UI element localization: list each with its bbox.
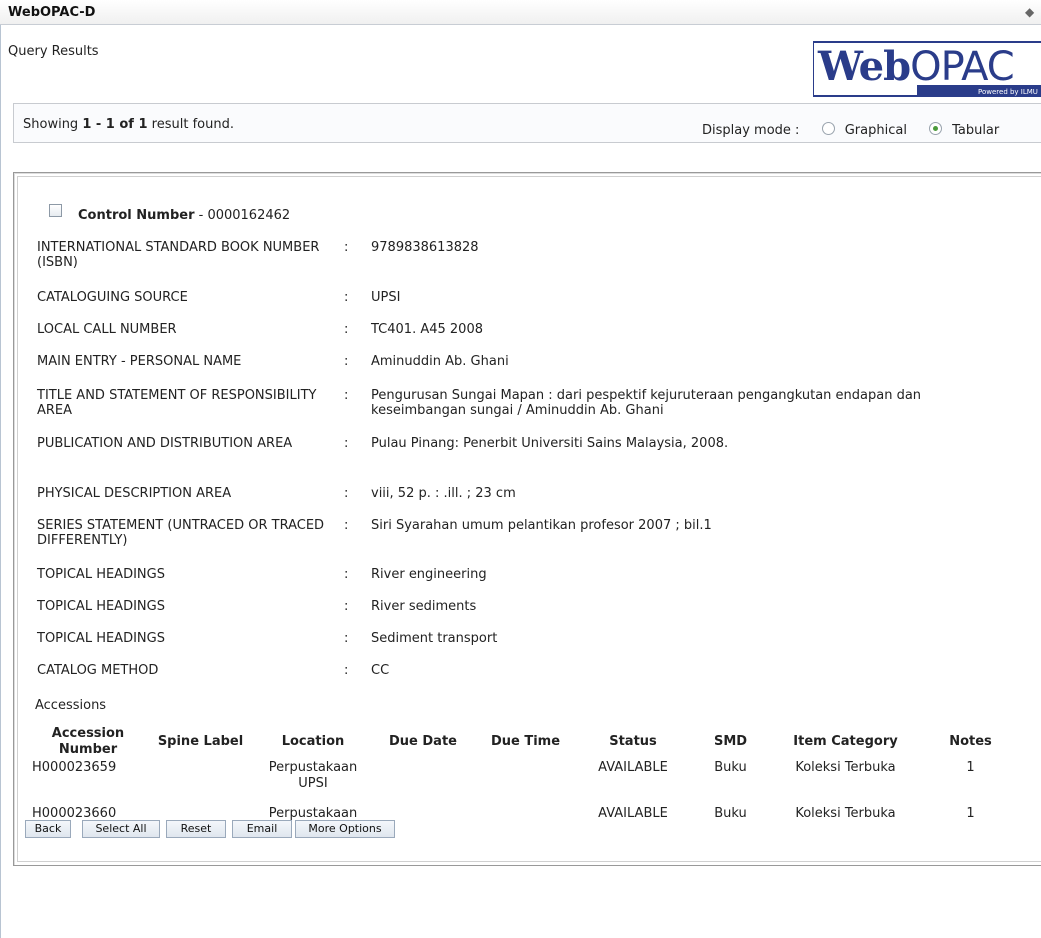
display-mode-label: Display mode : (702, 123, 800, 138)
field-value: viii, 52 p. : .ill. ; 23 cm (371, 486, 516, 501)
diamond-icon[interactable]: ◆ (1025, 5, 1039, 19)
due-time (473, 760, 578, 806)
graphical-radio[interactable] (821, 122, 835, 135)
status: AVAILABLE (598, 760, 668, 775)
field-value: River engineering (371, 567, 487, 582)
item-category: Koleksi Terbuka (795, 806, 896, 821)
field-separator: : (344, 599, 349, 614)
column-header: Notes (949, 734, 992, 749)
accessions-heading: Accessions (35, 698, 107, 713)
tabular-label[interactable]: Tabular (952, 123, 999, 138)
due-time (473, 806, 578, 852)
smd: Buku (714, 760, 747, 775)
table-row: H000023659 Perpustakaan UPSI AVAILABLE B… (28, 760, 1023, 806)
column-header: Spine Label (157, 734, 244, 749)
field-value: TC401. A45 2008 (371, 322, 483, 337)
field-value: 9789838613828 (371, 240, 479, 255)
field-separator: : (344, 322, 349, 337)
title-bar: WebOPAC-D ◆ (0, 0, 1041, 25)
field-label: LOCAL CALL NUMBER (37, 322, 177, 337)
field-value: Pulau Pinang: Penerbit Universiti Sains … (371, 436, 729, 451)
display-mode: Display mode : Graphical Tabular (702, 122, 1017, 138)
field-separator: : (344, 354, 349, 369)
window-title: WebOPAC-D (8, 5, 96, 20)
field-value: River sediments (371, 599, 477, 614)
due-date (373, 760, 473, 806)
field-separator: : (344, 290, 349, 305)
field-label: TOPICAL HEADINGS (37, 567, 165, 582)
notes: 1 (966, 760, 975, 775)
field-label: PHYSICAL DESCRIPTION AREA (37, 486, 232, 501)
location: Perpustakaan UPSI (268, 760, 358, 791)
column-header: Due Date (389, 734, 457, 749)
field-separator: : (344, 388, 349, 403)
record-checkbox[interactable] (49, 204, 62, 217)
reset-button[interactable]: Reset (166, 820, 226, 838)
field-label: CATALOG METHOD (37, 663, 159, 678)
page-title: Query Results (8, 44, 99, 59)
field-separator: : (344, 631, 349, 646)
control-number: Control Number - 0000162462 (78, 208, 291, 223)
field-separator: : (344, 436, 349, 451)
back-button[interactable]: Back (25, 820, 71, 838)
field-label: INTERNATIONAL STANDARD BOOK NUMBER (ISBN… (37, 240, 320, 270)
field-label: TOPICAL HEADINGS (37, 631, 165, 646)
graphical-label[interactable]: Graphical (845, 123, 907, 138)
email-button[interactable]: Email (232, 820, 292, 838)
field-separator: : (344, 486, 349, 501)
select-all-button[interactable]: Select All (82, 820, 160, 838)
field-value: Sediment transport (371, 631, 498, 646)
field-value: CC (371, 663, 390, 678)
field-label: SERIES STATEMENT (UNTRACED OR TRACED DIF… (37, 518, 325, 548)
smd: Buku (714, 806, 747, 821)
field-label: PUBLICATION AND DISTRIBUTION AREA (37, 436, 293, 451)
field-label: MAIN ENTRY - PERSONAL NAME (37, 354, 242, 369)
tabular-radio[interactable] (929, 122, 943, 135)
field-value: Siri Syarahan umum pelantikan profesor 2… (371, 518, 712, 533)
result-count: Showing 1 - 1 of 1 result found. (23, 117, 234, 132)
column-header: Item Category (793, 734, 898, 749)
field-separator: : (344, 567, 349, 582)
notes: 1 (966, 806, 975, 821)
column-header: Accession Number (51, 726, 125, 757)
field-value: Pengurusan Sungai Mapan : dari pespektif… (371, 388, 922, 418)
webopac-logo: WebOPAC Powered by ILMU (813, 41, 1041, 97)
column-header: SMD (713, 734, 748, 749)
spine-label (148, 760, 253, 806)
result-summary-bar: Showing 1 - 1 of 1 result found. Display… (13, 103, 1041, 143)
column-header: Status (609, 734, 657, 749)
field-value: UPSI (371, 290, 401, 305)
svg-text:WebOPAC: WebOPAC (817, 43, 1014, 90)
item-category: Koleksi Terbuka (795, 760, 896, 775)
field-label: CATALOGUING SOURCE (37, 290, 188, 305)
status: AVAILABLE (598, 806, 668, 821)
field-separator: : (344, 240, 349, 255)
field-separator: : (344, 518, 349, 533)
column-header: Location (281, 734, 345, 749)
svg-text:Powered by ILMU: Powered by ILMU (978, 88, 1038, 96)
accession-number: H000023659 (32, 760, 117, 775)
field-value: Aminuddin Ab. Ghani (371, 354, 509, 369)
column-header: Due Time (490, 734, 561, 749)
field-separator: : (344, 663, 349, 678)
table-header-row: Accession Number Spine Label Location Du… (28, 724, 1023, 760)
field-label: TITLE AND STATEMENT OF RESPONSIBILITY AR… (37, 388, 317, 418)
field-label: TOPICAL HEADINGS (37, 599, 165, 614)
more-options-button[interactable]: More Options (295, 820, 395, 838)
